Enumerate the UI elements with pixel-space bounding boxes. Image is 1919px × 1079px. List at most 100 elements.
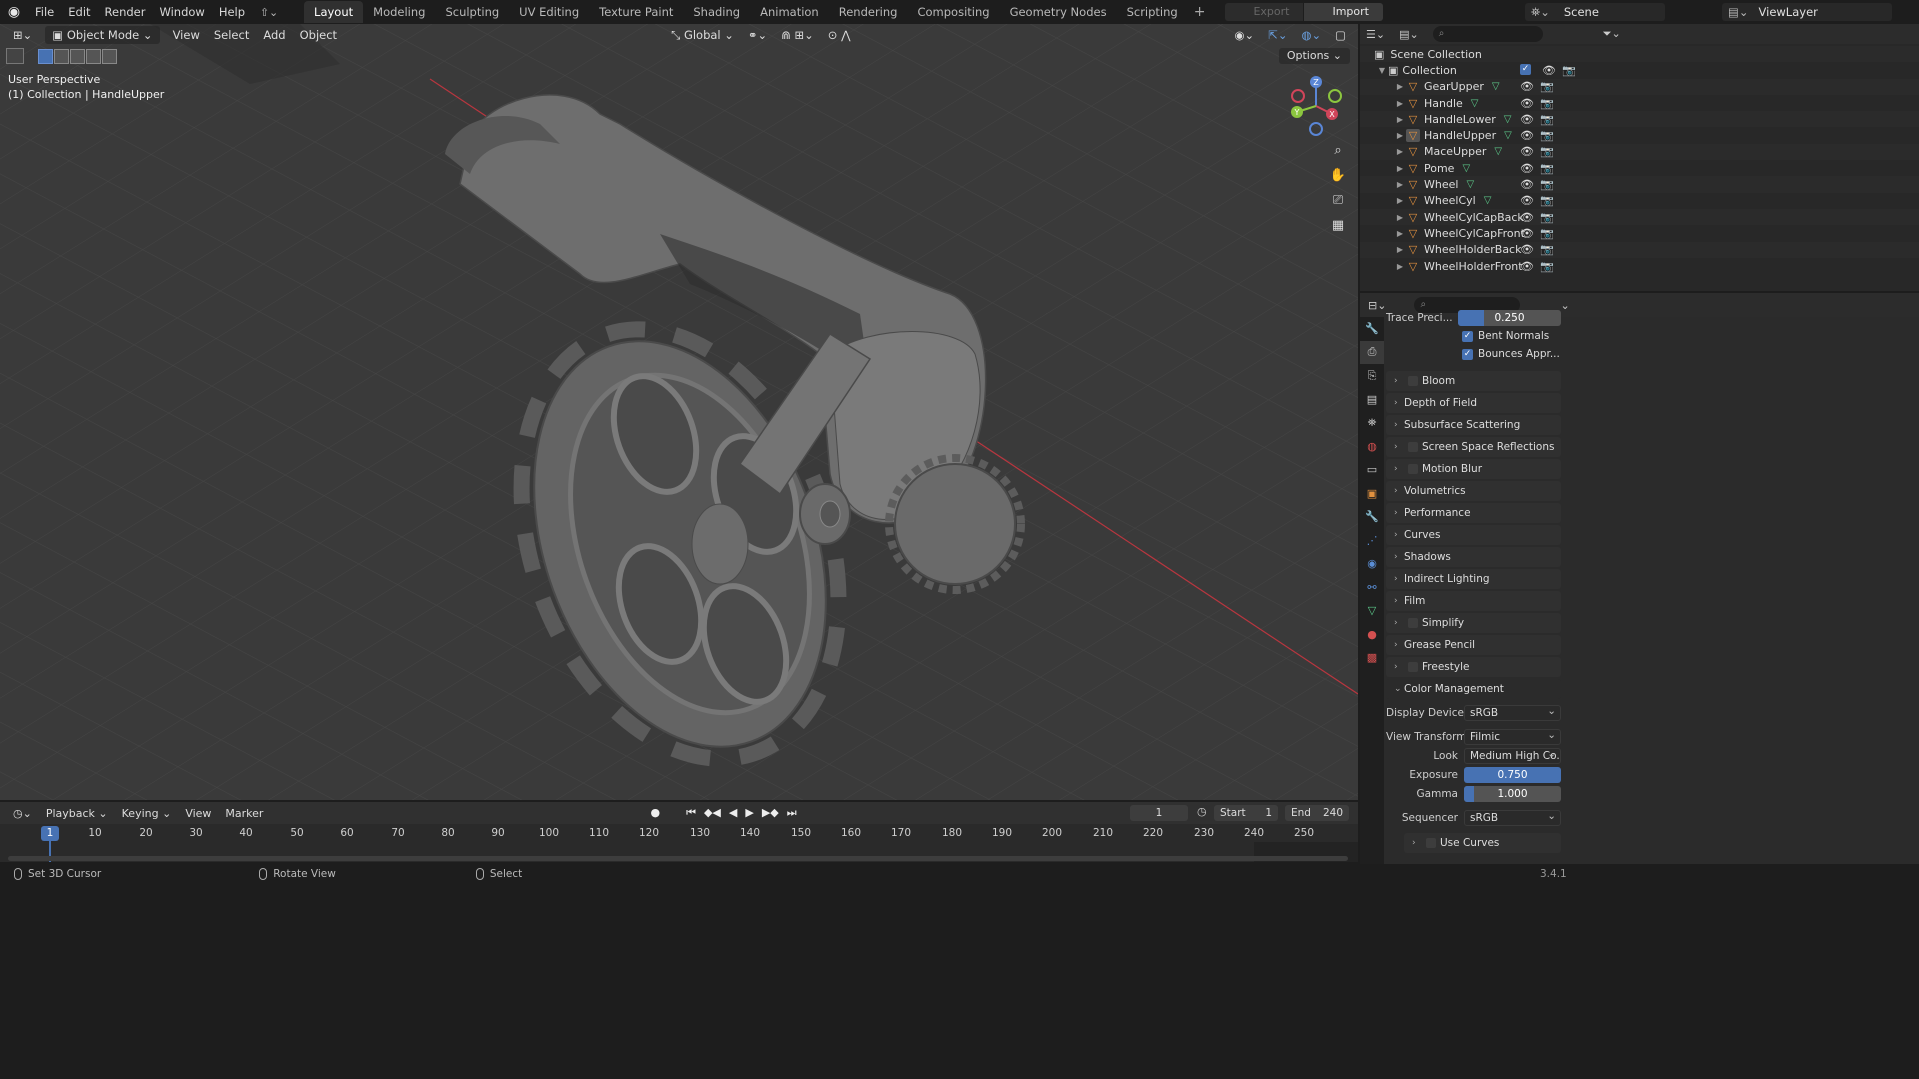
- orientation-dropdown[interactable]: ⤡ Global ⌄: [664, 26, 741, 44]
- panel-volumetrics[interactable]: › Volumetrics: [1386, 481, 1561, 501]
- next-keyframe-icon[interactable]: ▶◆: [762, 806, 779, 820]
- display-mode-icon[interactable]: ▤⌄: [1399, 28, 1419, 41]
- display-device-select[interactable]: sRGB: [1464, 704, 1561, 721]
- menu-add[interactable]: Add: [256, 26, 292, 44]
- output-tab-icon[interactable]: ⎘: [1360, 364, 1384, 388]
- import-button[interactable]: Import: [1304, 3, 1383, 21]
- expand-right-icon[interactable]: ▶: [1394, 99, 1406, 108]
- tool-tab-icon[interactable]: 🔧: [1360, 317, 1384, 341]
- panel-shadows[interactable]: › Shadows: [1386, 547, 1561, 567]
- tab-animation[interactable]: Animation: [750, 1, 829, 23]
- select-new-icon[interactable]: [38, 48, 53, 64]
- look-select[interactable]: Medium High Co...: [1464, 747, 1561, 764]
- collection-checkbox[interactable]: ✓: [1520, 63, 1531, 75]
- gizmo-neg-y-icon[interactable]: [1328, 89, 1342, 103]
- outliner-item-handlelower[interactable]: ▶ ▽ HandleLower ▽ 👁 📷: [1360, 111, 1919, 128]
- panel-depth-of-field[interactable]: › Depth of Field: [1386, 393, 1561, 413]
- upload-icon[interactable]: ⇧⌄: [252, 2, 286, 22]
- start-frame-field[interactable]: Start 1: [1214, 805, 1278, 821]
- gizmo-neg-z-icon[interactable]: [1309, 122, 1323, 136]
- eye-icon[interactable]: 👁: [1520, 80, 1534, 93]
- eye-icon[interactable]: 👁: [1520, 243, 1534, 256]
- panel-screen-space-reflections[interactable]: › Screen Space Reflections: [1386, 437, 1561, 457]
- jump-end-icon[interactable]: ⏭: [787, 806, 797, 820]
- physics-tab-icon[interactable]: ◉: [1360, 552, 1384, 576]
- gizmo-neg-x-icon[interactable]: [1291, 89, 1305, 103]
- bounces-approx-checkbox[interactable]: ✓ Bounces Appr...: [1462, 348, 1560, 360]
- camera-icon[interactable]: ⎚: [1326, 188, 1350, 212]
- menu-keying[interactable]: Keying ⌄: [115, 807, 179, 820]
- panel-checkbox[interactable]: [1408, 376, 1418, 386]
- jump-start-icon[interactable]: ⏮: [686, 806, 696, 820]
- bent-normals-checkbox[interactable]: ✓ Bent Normals: [1462, 330, 1549, 342]
- object-tab-icon[interactable]: ▣: [1360, 482, 1384, 506]
- clock-icon[interactable]: ◷: [1197, 805, 1207, 818]
- expand-right-icon[interactable]: ▶: [1394, 213, 1406, 222]
- expand-right-icon[interactable]: ▶: [1394, 196, 1406, 205]
- menu-view[interactable]: View: [166, 26, 207, 44]
- menu-marker[interactable]: Marker: [218, 807, 270, 820]
- outliner-item-wheelholderfront[interactable]: ▶ ▽ WheelHolderFront 👁 📷: [1360, 258, 1919, 274]
- tab-layout[interactable]: Layout: [304, 1, 364, 23]
- camera-render-icon[interactable]: 📷: [1540, 260, 1554, 273]
- tab-rendering[interactable]: Rendering: [829, 1, 908, 23]
- outliner-item-wheel[interactable]: ▶ ▽ Wheel ▽ 👁 📷: [1360, 176, 1919, 193]
- view-layer-selector[interactable]: ▤⌄ ViewLayer: [1722, 3, 1892, 21]
- outliner-item-wheelcylcapfront[interactable]: ▶ ▽ WheelCylCapFront 👁 📷: [1360, 225, 1919, 241]
- camera-render-icon[interactable]: 📷: [1540, 211, 1554, 224]
- expand-right-icon[interactable]: ▶: [1394, 115, 1406, 124]
- expand-right-icon[interactable]: ▶: [1394, 229, 1406, 238]
- options-dropdown[interactable]: Options ⌄: [1278, 48, 1350, 64]
- panel-checkbox[interactable]: [1408, 442, 1418, 452]
- render-tab-icon[interactable]: ⎙: [1360, 340, 1384, 364]
- exposure-slider[interactable]: 0.750: [1464, 766, 1561, 783]
- play-icon[interactable]: ▶: [745, 806, 753, 820]
- outliner-item-wheelholderback[interactable]: ▶ ▽ WheelHolderBack 👁 📷: [1360, 241, 1919, 258]
- view-layer-tab-icon[interactable]: ▤: [1360, 388, 1384, 412]
- eye-icon[interactable]: 👁: [1520, 145, 1534, 158]
- ortho-grid-icon[interactable]: ▦: [1326, 213, 1350, 237]
- 3d-viewport[interactable]: ⊞⌄ ▣ Object Mode ⌄ View Select Add Objec…: [0, 24, 1358, 800]
- eye-icon[interactable]: 👁: [1520, 227, 1534, 240]
- menu-window[interactable]: Window: [152, 0, 211, 24]
- snap-icon[interactable]: ⋒ ⊞⌄: [774, 26, 821, 44]
- tab-texture-paint[interactable]: Texture Paint: [589, 1, 683, 23]
- eye-icon[interactable]: 👁: [1520, 162, 1534, 175]
- scene-tab-icon[interactable]: ⛯: [1360, 411, 1384, 435]
- outliner-item-maceupper[interactable]: ▶ ▽ MaceUpper ▽ 👁 📷: [1360, 143, 1919, 161]
- camera-render-icon[interactable]: 📷: [1562, 64, 1576, 77]
- play-reverse-icon[interactable]: ◀: [729, 806, 737, 820]
- outliner-editor-icon[interactable]: ☰⌄: [1366, 28, 1385, 41]
- overlay-toggle-icon[interactable]: ◍⌄: [1294, 26, 1328, 44]
- panel-checkbox[interactable]: [1408, 464, 1418, 474]
- eye-icon[interactable]: 👁: [1542, 64, 1556, 77]
- filter-icon[interactable]: ⏷⌄: [1603, 27, 1621, 41]
- menu-render[interactable]: Render: [98, 0, 153, 24]
- panel-bloom[interactable]: › Bloom: [1386, 371, 1561, 391]
- material-tab-icon[interactable]: ●: [1360, 623, 1384, 647]
- panel-checkbox[interactable]: [1426, 838, 1436, 848]
- view-transform-select[interactable]: Filmic: [1464, 728, 1561, 745]
- camera-render-icon[interactable]: 📷: [1540, 162, 1554, 175]
- outliner-item-gearupper[interactable]: ▶ ▽ GearUpper ▽ 👁 📷: [1360, 78, 1919, 95]
- menu-object[interactable]: Object: [293, 26, 344, 44]
- tab-geometry-nodes[interactable]: Geometry Nodes: [1000, 1, 1117, 23]
- navigation-gizmo[interactable]: Z X Y: [1285, 74, 1347, 138]
- select-subtract-icon[interactable]: [70, 48, 85, 64]
- constraints-tab-icon[interactable]: ⚯: [1360, 576, 1384, 600]
- expand-right-icon[interactable]: ▶: [1394, 262, 1406, 271]
- panel-grease-pencil[interactable]: › Grease Pencil: [1386, 635, 1561, 655]
- viewport-scene[interactable]: [0, 24, 1358, 800]
- texture-tab-icon[interactable]: ▩: [1360, 646, 1384, 670]
- camera-render-icon[interactable]: 📷: [1540, 129, 1554, 142]
- panel-indirect-lighting[interactable]: › Indirect Lighting: [1386, 569, 1561, 589]
- expand-right-icon[interactable]: ▶: [1394, 164, 1406, 173]
- tab-scripting[interactable]: Scripting: [1117, 1, 1188, 23]
- select-intersect-icon[interactable]: [102, 48, 117, 64]
- pan-hand-icon[interactable]: ✋: [1326, 163, 1350, 187]
- panel-checkbox[interactable]: [1408, 662, 1418, 672]
- eye-icon[interactable]: 👁: [1520, 97, 1534, 110]
- modifier-tab-icon[interactable]: 🔧: [1360, 505, 1384, 529]
- outliner-item-wheelcylcapback[interactable]: ▶ ▽ WheelCylCapBack 👁 📷: [1360, 208, 1919, 226]
- shading-modes-icon[interactable]: ◎●◐◑⌄: [1353, 26, 1358, 44]
